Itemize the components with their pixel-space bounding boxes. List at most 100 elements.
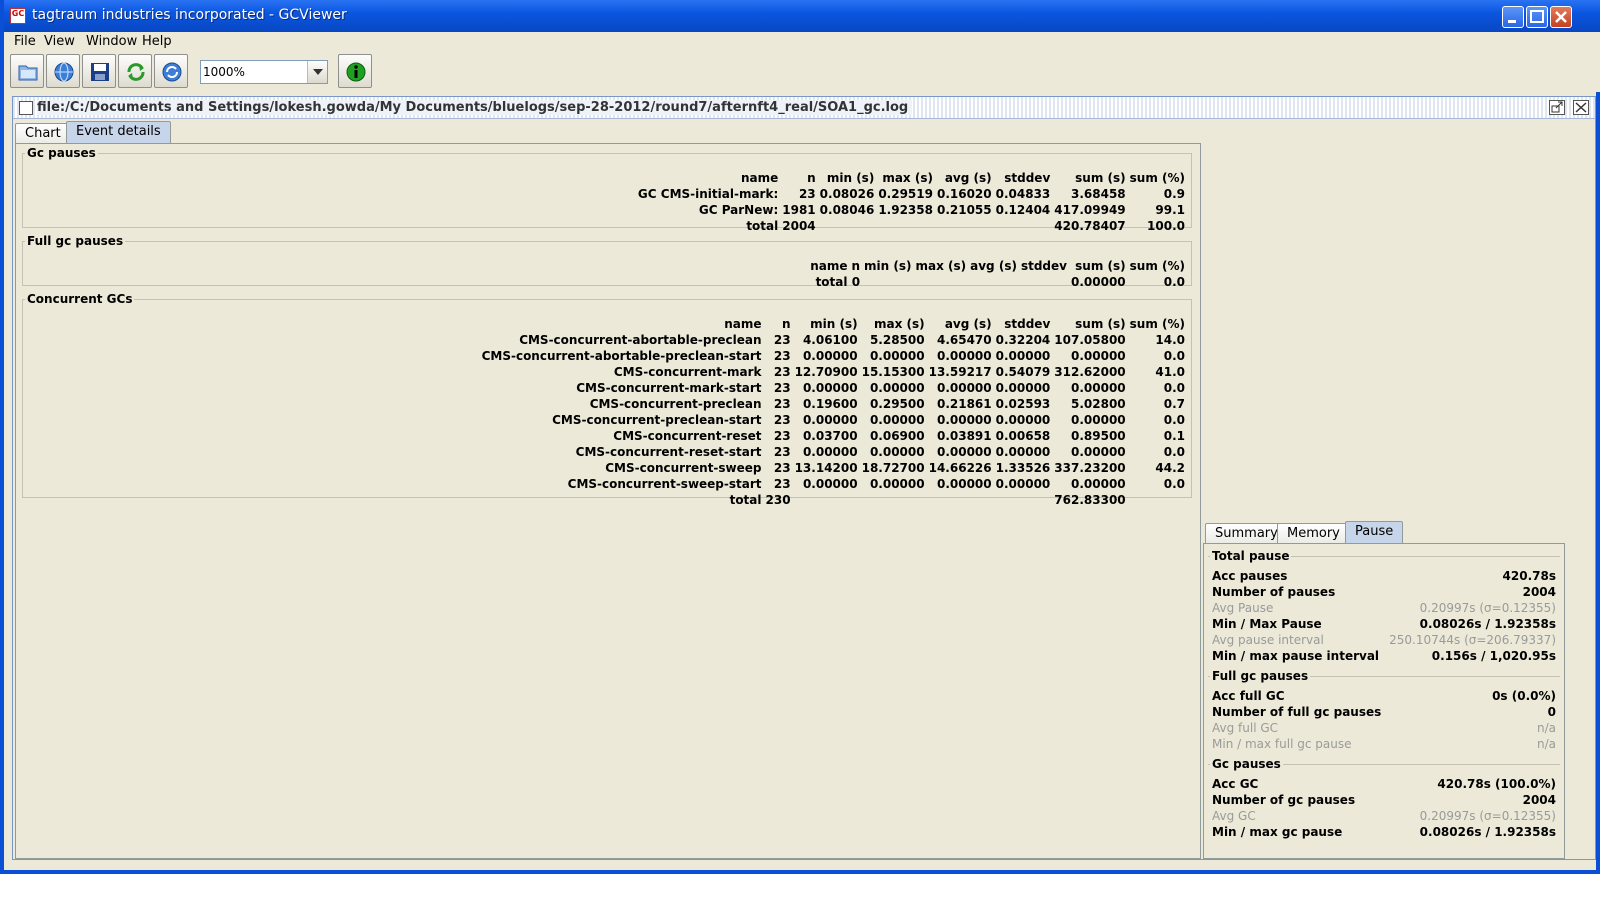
table-cell: 0.00000 [936,445,992,459]
gc-pauses-summary-title: Gc pauses [1210,757,1283,771]
column-header: sum (%) [1129,171,1185,185]
undock-button[interactable] [1549,100,1565,115]
table-cell: CMS-concurrent-reset [613,429,762,443]
table-cell: 23 [773,333,791,347]
table-cell: 0.00000 [1070,477,1126,491]
table-cell: 0.00000 [995,349,1051,363]
summary-row: Avg full GC n/a [1208,721,1560,737]
table-cell: 0.00000 [802,413,858,427]
zoom-dropdown-button[interactable] [307,61,327,83]
table-cell: 0.00000 [802,381,858,395]
table-cell: total [729,493,762,507]
full-gc-pauses-group: Full gc pauses name n min (s) max (s) avg (s… [22,234,1192,289]
column-header: sum (s) [1075,171,1126,185]
table-cell: 14.0 [1155,333,1185,347]
gc-pauses-group: Gc pauses name n min (s) max (s) avg (s) stdd… [22,146,1192,233]
table-header-row: name n min (s) max (s) avg (s) stddev sum (s) s… [636,170,1187,186]
table-cell: 23 [798,187,816,201]
table-cell: 0.04833 [995,187,1051,201]
menu-view[interactable]: View [44,34,75,49]
info-button[interactable] [338,54,372,88]
table-cell: 0.32204 [995,333,1051,347]
table-row: CMS-concurrent-mark-start 23 0.00000 0.0000… [480,380,1187,396]
summary-label: Number of full gc pauses [1212,705,1382,719]
info-icon [346,62,366,82]
zoom-combo[interactable] [200,60,328,84]
table-cell: 1.33526 [995,461,1051,475]
concurrent-gcs-table: name n min (s) max (s) avg (s) stddev sum (s) s… [480,316,1187,508]
summary-label: Avg GC [1212,809,1256,823]
menu-file[interactable]: File [14,34,36,49]
menu-window[interactable]: Window [86,34,137,49]
total-pause-title: Total pause [1210,549,1292,563]
summary-label: Min / max gc pause [1212,825,1343,839]
tab-pause[interactable]: Pause [1345,521,1404,543]
maximize-button[interactable] [1526,6,1548,28]
table-cell: 417.09949 [1054,203,1126,217]
minimize-button[interactable] [1502,6,1524,28]
table-cell: 14.66226 [928,461,992,475]
column-header: max (s) [882,171,933,185]
concurrent-gcs-title: Concurrent GCs [27,292,133,306]
watch-button[interactable] [154,54,188,88]
table-cell: 0.00000 [802,477,858,491]
table-cell [876,218,935,234]
table-cell: 23 [773,429,791,443]
summary-value: 420.78s (100.0%) [1437,777,1556,791]
summary-value: 420.78s [1502,569,1556,583]
table-cell: 2004 [782,219,816,233]
table-row: GC ParNew: 1981 0.08046 1.92358 0.21055 0.124… [636,202,1187,218]
tab-event-details[interactable]: Event details [66,121,171,143]
table-cell: 337.23200 [1054,461,1126,475]
summary-row: Acc full GC 0s (0.0%) [1208,689,1560,705]
summary-label: Avg full GC [1212,721,1279,735]
table-cell: 23 [773,461,791,475]
table-cell: 0.0 [1163,275,1185,289]
globe-refresh-icon [162,62,182,82]
close-document-button[interactable] [1573,100,1589,115]
table-cell: 23 [773,413,791,427]
table-cell: 0.00000 [936,381,992,395]
table-cell [994,218,1053,234]
open-url-button[interactable] [46,54,80,88]
table-cell: CMS-concurrent-mark-start [576,381,762,395]
table-cell: 0.00000 [1070,445,1126,459]
close-button[interactable] [1550,6,1572,28]
column-header: max (s) [915,259,967,273]
app-window: GC tagtraum industries incorporated - GC… [0,0,1600,874]
table-cell: 99.1 [1155,203,1185,217]
save-button[interactable] [82,54,116,88]
minimize-icon [1508,20,1516,23]
open-file-button[interactable] [10,54,44,88]
summary-value: 0 [1547,705,1556,719]
table-cell: 0.0 [1163,477,1185,491]
table-cell: 0.00000 [995,477,1051,491]
summary-row: Acc pauses 420.78s [1208,569,1560,585]
tab-memory[interactable]: Memory [1277,523,1350,543]
table-cell: 762.83300 [1054,493,1126,507]
refresh-icon [127,63,145,81]
tab-chart[interactable]: Chart [15,123,71,143]
title-bar[interactable]: GC tagtraum industries incorporated - GC… [4,0,1600,32]
summary-row: Avg pause interval 250.10744s (σ=206.7933… [1208,633,1560,649]
table-cell [994,492,1053,508]
summary-label: Number of pauses [1212,585,1336,599]
table-cell: 0.0 [1163,445,1185,459]
table-row: CMS-concurrent-reset 23 0.03700 0.06900 0.03… [480,428,1187,444]
document-title-bar[interactable]: file:/C:/Documents and Settings/lokesh.g… [13,97,1595,119]
table-cell: CMS-concurrent-mark [613,365,762,379]
table-cell: CMS-concurrent-abortable-preclean [519,333,762,347]
table-header-row: name n min (s) max (s) avg (s) stddev sum (s) s… [480,316,1187,332]
table-cell: 44.2 [1155,461,1185,475]
table-cell: CMS-concurrent-reset-start [575,445,762,459]
refresh-button[interactable] [118,54,152,88]
tab-summary[interactable]: Summary [1205,523,1288,543]
zoom-input[interactable] [203,63,303,81]
menu-help[interactable]: Help [142,34,172,49]
main-tabs: Chart Event details [15,121,1201,143]
table-cell: 1981 [782,203,816,217]
column-header: stddev [1004,317,1051,331]
right-panel: Summary Memory Pause Total pause Acc pau… [1203,121,1565,859]
table-cell: 1.92358 [878,203,933,217]
table-cell: 312.62000 [1054,365,1126,379]
